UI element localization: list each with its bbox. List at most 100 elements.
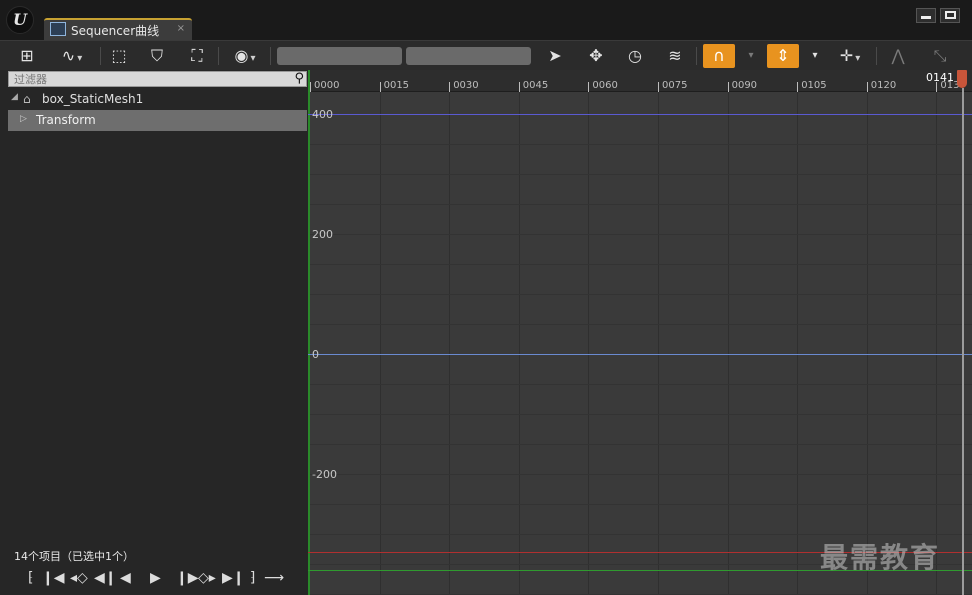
- unreal-logo-icon[interactable]: U: [6, 6, 34, 34]
- tab-close-icon[interactable]: ×: [177, 23, 185, 34]
- curve-graph[interactable]: 0000 0015 0030 0045 0060 0075 0090 0105 0120 013 …: [308, 70, 972, 595]
- grid-line-vertical: [797, 92, 799, 595]
- collapse-arrow-icon[interactable]: ◢: [11, 92, 18, 102]
- grid-line-horizontal: [308, 444, 972, 445]
- ruler-tick-mark: [727, 82, 729, 92]
- minimize-button[interactable]: [916, 8, 936, 23]
- watermark: 最需教育: [820, 541, 941, 574]
- ruler-tick-mark: [310, 82, 311, 92]
- tab-title: Sequencer曲线: [71, 24, 160, 38]
- maximize-icon: [944, 11, 956, 19]
- tangent-weighted-icon[interactable]: ⋀: [884, 44, 912, 68]
- toolbar-divider: [696, 47, 697, 65]
- select-keys-icon[interactable]: ⛉: [144, 44, 170, 68]
- ruler-tick-label: 0090: [731, 80, 758, 91]
- grid-line-vertical: [518, 92, 520, 595]
- frame-selection-icon[interactable]: ⛶: [184, 44, 210, 68]
- value-snap-icon[interactable]: ⇕: [767, 44, 799, 68]
- search-input[interactable]: [9, 72, 279, 86]
- playback-start-line: [308, 70, 310, 595]
- title-bar: U Sequencer曲线 ×: [0, 0, 972, 40]
- step-back-frame-icon[interactable]: ◀❙: [94, 570, 117, 586]
- grid-line-horizontal: [308, 474, 972, 475]
- tree-item-label: box_StaticMesh1: [42, 92, 144, 106]
- key-value-field[interactable]: [406, 47, 531, 65]
- tree-panel: ⚲ ◢ ⌂ box_StaticMesh1 ▷ Transform 14个项目（…: [0, 70, 308, 595]
- grid-line-vertical: [727, 92, 729, 595]
- ruler-tick-label: 0060: [592, 80, 618, 91]
- playhead-line[interactable]: [962, 88, 964, 595]
- grid-line-horizontal: [308, 504, 972, 505]
- time-snap-icon[interactable]: ◷: [622, 44, 648, 68]
- snap-dropdown-icon[interactable]: ▾: [744, 44, 758, 68]
- grid-line-horizontal: [308, 144, 972, 145]
- grid-line-horizontal: [308, 384, 972, 385]
- curve-normalize-icon[interactable]: ≋: [662, 44, 688, 68]
- grid-line-horizontal: [308, 534, 972, 535]
- tangent-break-icon[interactable]: ⤡: [926, 44, 954, 68]
- curve-editor-tab-icon: [50, 22, 66, 36]
- ruler-tick-label: 0030: [453, 80, 479, 91]
- select-all-keys-icon[interactable]: ⬚: [106, 44, 132, 68]
- playhead-frame-label: 0141: [926, 71, 954, 84]
- search-icon[interactable]: ⚲: [294, 71, 304, 86]
- maximize-button[interactable]: [940, 8, 960, 23]
- ruler-tick-label: 0075: [662, 80, 688, 91]
- jump-to-start-icon[interactable]: ⁅: [28, 570, 33, 586]
- add-key-icon[interactable]: ⊞: [14, 44, 40, 68]
- grid-line-vertical: [449, 92, 451, 595]
- grid-line-vertical: [379, 92, 381, 595]
- y-axis-label: -200: [312, 468, 337, 481]
- play-forward-icon[interactable]: ▶: [150, 570, 161, 586]
- search-box[interactable]: ⚲: [8, 71, 307, 87]
- curve-zero-line[interactable]: [308, 354, 972, 355]
- grid-line-horizontal: [308, 174, 972, 175]
- play-reverse-icon[interactable]: ◀: [120, 570, 131, 586]
- ruler-tick-mark: [588, 82, 590, 92]
- curve-editor-toolbar: ⊞ ∿ ⬚ ⛉ ⛶ ◉ ➤ ✥ ◷ ≋ ∩ ▾ ⇕ ▾ ✛ ⋀ ⤡: [0, 40, 972, 70]
- key-time-field[interactable]: [277, 47, 402, 65]
- ruler-tick-label: 0120: [870, 80, 897, 91]
- magnet-snap-icon[interactable]: ∩: [703, 44, 735, 68]
- expand-arrow-icon[interactable]: ▷: [20, 114, 27, 124]
- grid-line-horizontal: [308, 294, 972, 295]
- curve-icon[interactable]: ∿: [54, 44, 90, 68]
- tree-item-transform[interactable]: ▷ Transform: [8, 110, 307, 131]
- prev-key-icon[interactable]: ◂◇: [70, 570, 88, 586]
- ruler-tick-label: 0015: [383, 80, 410, 91]
- playhead-handle[interactable]: [957, 70, 967, 88]
- grid-line-horizontal: [308, 264, 972, 265]
- tree-item-label: Transform: [36, 113, 96, 127]
- ruler-tick-mark: [658, 82, 659, 92]
- visibility-eye-icon[interactable]: ◉: [226, 44, 264, 68]
- toolbar-divider: [100, 47, 101, 65]
- grid-line-horizontal: [308, 324, 972, 325]
- y-axis-label: 400: [312, 108, 333, 121]
- grid-line-horizontal: [308, 204, 972, 205]
- ruler-tick-label: 0045: [522, 80, 549, 91]
- ruler-tick-mark: [518, 82, 520, 92]
- ruler-tick-label: 0000: [314, 80, 340, 91]
- tab-sequencer-curves[interactable]: Sequencer曲线 ×: [44, 18, 192, 40]
- actor-icon: ⌂: [23, 92, 31, 106]
- time-ruler[interactable]: 0000 0015 0030 0045 0060 0075 0090 0105 0120 013: [308, 70, 972, 92]
- next-key-icon[interactable]: ◇▸: [198, 570, 216, 586]
- step-forward-frame-icon[interactable]: ❙▶: [176, 570, 199, 586]
- loop-icon[interactable]: ⟶: [264, 570, 284, 586]
- ruler-tick-mark: [866, 82, 868, 92]
- toolbar-divider: [270, 47, 271, 65]
- grid-line-vertical: [588, 92, 590, 595]
- ruler-tick-mark: [379, 82, 381, 92]
- jump-to-end-icon[interactable]: ⁆: [250, 570, 255, 586]
- move-tool-icon[interactable]: ✥: [583, 44, 609, 68]
- grid-line-vertical: [658, 92, 659, 595]
- select-tool-icon[interactable]: ➤: [544, 44, 566, 68]
- toolbar-divider: [218, 47, 219, 65]
- sequencer-curve-editor-window: U Sequencer曲线 × ⊞ ∿ ⬚ ⛉ ⛶ ◉ ➤ ✥ ◷ ≋ ∩ ▾ …: [0, 0, 972, 595]
- step-back-icon[interactable]: ❙◀: [42, 570, 65, 586]
- value-snap-dropdown-icon[interactable]: ▾: [808, 44, 822, 68]
- curve-400-line[interactable]: [308, 114, 972, 115]
- step-forward-icon[interactable]: ▶❙: [222, 570, 245, 586]
- tree-item-box-staticmesh1[interactable]: ◢ ⌂ box_StaticMesh1: [8, 90, 307, 108]
- transform-move-icon[interactable]: ✛: [830, 44, 870, 68]
